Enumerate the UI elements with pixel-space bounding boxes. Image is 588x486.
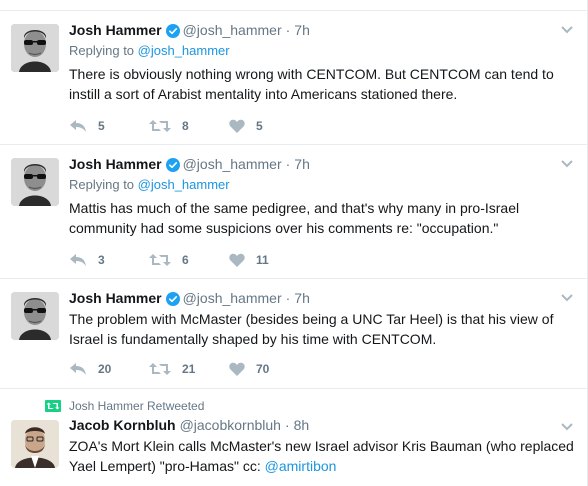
retweet-count: 21 bbox=[182, 362, 196, 376]
reply-icon bbox=[70, 254, 86, 266]
like-count: 11 bbox=[256, 253, 269, 267]
reply-count: 5 bbox=[98, 119, 105, 133]
tweet-header: Josh Hammer @josh_hammer · 7h bbox=[69, 154, 574, 174]
mention-link[interactable]: @amirtibon bbox=[265, 458, 337, 474]
avatar[interactable] bbox=[11, 420, 59, 468]
reply-button[interactable]: 20 bbox=[69, 362, 149, 376]
reply-button[interactable]: 3 bbox=[69, 253, 149, 267]
verified-badge-icon bbox=[165, 157, 180, 172]
tweet[interactable]: Josh Hammer @josh_hammer · 7h The proble… bbox=[0, 279, 588, 389]
separator-dot: · bbox=[285, 22, 291, 38]
reply-button[interactable]: 5 bbox=[69, 119, 149, 133]
like-count: 70 bbox=[256, 362, 270, 376]
tweet-timestamp[interactable]: 7h bbox=[294, 288, 310, 308]
tweet[interactable]: Josh Hammer @josh_hammer · 7h Replying t… bbox=[0, 11, 588, 145]
reply-icon bbox=[70, 120, 86, 132]
replying-to-link[interactable]: @josh_hammer bbox=[138, 43, 230, 58]
author-name[interactable]: Josh Hammer bbox=[69, 288, 162, 308]
author-name[interactable]: Josh Hammer bbox=[69, 20, 162, 40]
tweet-header: Josh Hammer @josh_hammer · 7h bbox=[69, 288, 574, 308]
chevron-down-icon[interactable] bbox=[560, 422, 574, 432]
tweet-text: ZOA's Mort Klein calls McMaster's new Is… bbox=[69, 436, 574, 476]
retweeted-context[interactable]: Josh Hammer Retweeted bbox=[45, 398, 204, 414]
tweet[interactable]: Jacob Kornbluh @jacobkornbluh · 8h ZOA's… bbox=[0, 414, 588, 486]
separator-dot: · bbox=[285, 156, 291, 172]
tweet-text: Mattis has much of the same pedigree, an… bbox=[69, 200, 520, 236]
avatar[interactable] bbox=[11, 292, 59, 340]
retweet-button[interactable]: 6 bbox=[149, 253, 229, 267]
retweet-button[interactable]: 21 bbox=[149, 362, 229, 376]
retweet-icon bbox=[149, 363, 171, 375]
verified-badge-icon bbox=[165, 23, 180, 38]
heart-icon bbox=[229, 362, 245, 376]
retweeted-by-label: Josh Hammer Retweeted bbox=[69, 399, 205, 413]
tweet-actions: 5 8 5 bbox=[69, 116, 309, 136]
chevron-down-icon[interactable] bbox=[560, 25, 574, 35]
tweet-timestamp[interactable]: 7h bbox=[294, 20, 310, 40]
reply-count: 3 bbox=[98, 253, 105, 267]
like-button[interactable]: 11 bbox=[229, 253, 309, 267]
replying-to-label: Replying to bbox=[69, 43, 138, 58]
tweet-header: Jacob Kornbluh @jacobkornbluh · 8h bbox=[69, 415, 574, 435]
chevron-down-icon[interactable] bbox=[560, 159, 574, 169]
heart-icon bbox=[229, 119, 245, 133]
retweet-count: 6 bbox=[182, 253, 189, 267]
reply-icon bbox=[70, 363, 86, 375]
tweet[interactable]: Josh Hammer @josh_hammer · 7h Replying t… bbox=[0, 145, 588, 279]
timeline-top-divider bbox=[0, 0, 588, 11]
retweet-icon bbox=[45, 400, 61, 412]
author-handle[interactable]: @josh_hammer bbox=[183, 288, 282, 308]
tweet-text: The problem with McMaster (besides being… bbox=[69, 311, 554, 347]
like-button[interactable]: 5 bbox=[229, 119, 309, 133]
retweet-button[interactable]: 8 bbox=[149, 119, 229, 133]
tweet-header: Josh Hammer @josh_hammer · 7h bbox=[69, 20, 574, 40]
author-name[interactable]: Josh Hammer bbox=[69, 154, 162, 174]
author-handle[interactable]: @jacobkornbluh bbox=[180, 415, 281, 435]
tweet-text: There is obviously nothing wrong with CE… bbox=[69, 66, 554, 102]
retweet-icon bbox=[149, 120, 171, 132]
author-handle[interactable]: @josh_hammer bbox=[183, 154, 282, 174]
replying-to-line: Replying to @josh_hammer bbox=[69, 42, 574, 60]
tweet-actions: 20 21 70 bbox=[69, 359, 309, 379]
author-name[interactable]: Jacob Kornbluh bbox=[69, 415, 176, 435]
replying-to-link[interactable]: @josh_hammer bbox=[138, 177, 230, 192]
verified-badge-icon bbox=[165, 291, 180, 306]
replying-to-label: Replying to bbox=[69, 177, 138, 192]
tweet-timestamp[interactable]: 8h bbox=[294, 415, 310, 435]
retweet-count: 8 bbox=[182, 119, 189, 133]
separator-dot: · bbox=[285, 290, 291, 306]
tweet-timestamp[interactable]: 7h bbox=[294, 154, 310, 174]
like-button[interactable]: 70 bbox=[229, 362, 309, 376]
avatar[interactable] bbox=[11, 24, 59, 72]
timeline: Josh Hammer @josh_hammer · 7h Replying t… bbox=[0, 0, 588, 486]
like-count: 5 bbox=[256, 119, 263, 133]
replying-to-line: Replying to @josh_hammer bbox=[69, 176, 574, 194]
tweet-actions: 3 6 11 bbox=[69, 250, 309, 270]
separator-dot: · bbox=[284, 417, 290, 433]
chevron-down-icon[interactable] bbox=[560, 293, 574, 303]
retweet-icon bbox=[149, 254, 171, 266]
heart-icon bbox=[229, 253, 245, 267]
author-handle[interactable]: @josh_hammer bbox=[183, 20, 282, 40]
avatar[interactable] bbox=[11, 158, 59, 206]
reply-count: 20 bbox=[98, 362, 112, 376]
